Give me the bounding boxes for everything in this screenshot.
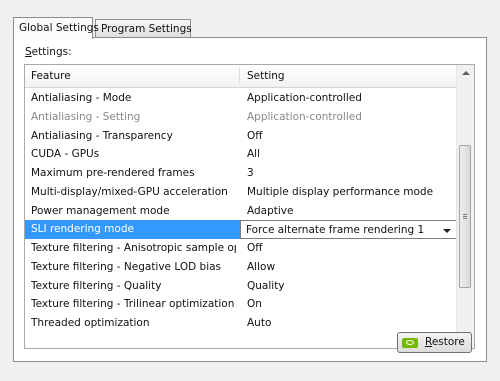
feature-name: Maximum pre-rendered frames xyxy=(31,167,195,179)
global-settings-panel: Settings: Feature Setting Antialiasing -… xyxy=(13,37,487,362)
grip-line xyxy=(463,218,467,219)
restore-label-text: estore xyxy=(431,336,465,348)
settings-label-mnemonic: S xyxy=(25,46,32,58)
feature-setting: Off xyxy=(247,242,263,254)
nvidia-logo-icon xyxy=(402,338,418,348)
setting-dropdown[interactable]: Force alternate frame rendering 1 xyxy=(240,220,457,239)
list-header: Feature Setting xyxy=(25,65,457,88)
column-separator[interactable] xyxy=(239,67,240,85)
feature-name: Antialiasing - Setting xyxy=(31,110,141,123)
feature-name: Texture filtering - Quality xyxy=(31,279,162,292)
feature-setting: Application-controlled xyxy=(247,92,362,104)
table-row[interactable]: Power management mode Adaptive xyxy=(25,202,457,221)
triangle-up-icon xyxy=(462,71,470,75)
table-row[interactable]: Texture filtering - Trilinear optimizati… xyxy=(25,295,457,314)
settings-list[interactable]: Feature Setting Antialiasing - Mode Appl… xyxy=(24,64,475,349)
settings-rows: Antialiasing - Mode Application-controll… xyxy=(25,89,457,333)
table-row[interactable]: Texture filtering - Quality Quality xyxy=(25,277,457,296)
feature-setting: Multiple display performance mode xyxy=(247,185,434,198)
table-row-selected[interactable]: SLI rendering mode Force alternate frame… xyxy=(25,220,457,239)
feature-name: Texture filtering - Anisotropic sample o… xyxy=(31,242,236,254)
grip-line xyxy=(463,214,467,215)
tab-program-settings[interactable]: Program Settings xyxy=(95,19,192,37)
feature-name: Antialiasing - Transparency xyxy=(31,129,173,142)
feature-setting: Quality xyxy=(247,279,285,292)
feature-name: Threaded optimization xyxy=(31,317,150,329)
table-row[interactable]: Multi-display/mixed-GPU acceleration Mul… xyxy=(25,183,457,202)
dropdown-value: Force alternate frame rendering 1 xyxy=(246,224,425,237)
settings-label-text: ettings: xyxy=(31,46,72,58)
feature-name: SLI rendering mode xyxy=(31,223,134,236)
tab-global-settings[interactable]: Global Settings xyxy=(13,17,99,39)
feature-name: CUDA - GPUs xyxy=(31,148,100,161)
table-row[interactable]: Texture filtering - Negative LOD bias Al… xyxy=(25,258,457,277)
vertical-scrollbar[interactable] xyxy=(456,65,474,348)
feature-name: Texture filtering - Trilinear optimizati… xyxy=(31,298,235,311)
table-row[interactable]: Antialiasing - Mode Application-controll… xyxy=(25,89,457,108)
table-row[interactable]: Antialiasing - Transparency Off xyxy=(25,127,457,146)
feature-setting: Adaptive xyxy=(247,204,294,217)
feature-setting: Off xyxy=(247,129,263,142)
feature-name: Multi-display/mixed-GPU acceleration xyxy=(31,185,228,198)
table-row[interactable]: CUDA - GPUs All xyxy=(25,145,457,164)
table-row[interactable]: Antialiasing - Setting Application-contr… xyxy=(25,108,457,127)
feature-name: Power management mode xyxy=(31,204,170,217)
table-row[interactable]: Texture filtering - Anisotropic sample o… xyxy=(25,239,457,258)
restore-label-mnemonic: R xyxy=(425,336,432,348)
grip-line xyxy=(463,216,467,217)
chevron-down-icon[interactable] xyxy=(443,229,451,234)
table-row[interactable]: Maximum pre-rendered frames 3 xyxy=(25,164,457,183)
restore-button[interactable]: Restore xyxy=(397,332,472,353)
feature-name: Texture filtering - Negative LOD bias xyxy=(31,260,222,273)
column-header-feature[interactable]: Feature xyxy=(31,65,71,87)
scrollbar-thumb[interactable] xyxy=(459,145,471,288)
feature-name: Antialiasing - Mode xyxy=(31,92,132,104)
feature-setting: On xyxy=(247,298,262,311)
feature-setting: Allow xyxy=(247,260,276,273)
feature-setting: All xyxy=(247,148,261,161)
table-row[interactable]: Threaded optimization Auto xyxy=(25,314,457,333)
scroll-up-button[interactable] xyxy=(457,65,474,82)
feature-setting: Auto xyxy=(247,317,272,329)
feature-setting: 3 xyxy=(247,167,254,179)
settings-label: Settings: xyxy=(25,46,72,58)
column-header-setting[interactable]: Setting xyxy=(247,65,285,87)
feature-setting: Application-controlled xyxy=(247,110,362,123)
restore-label: Restore xyxy=(425,333,465,352)
